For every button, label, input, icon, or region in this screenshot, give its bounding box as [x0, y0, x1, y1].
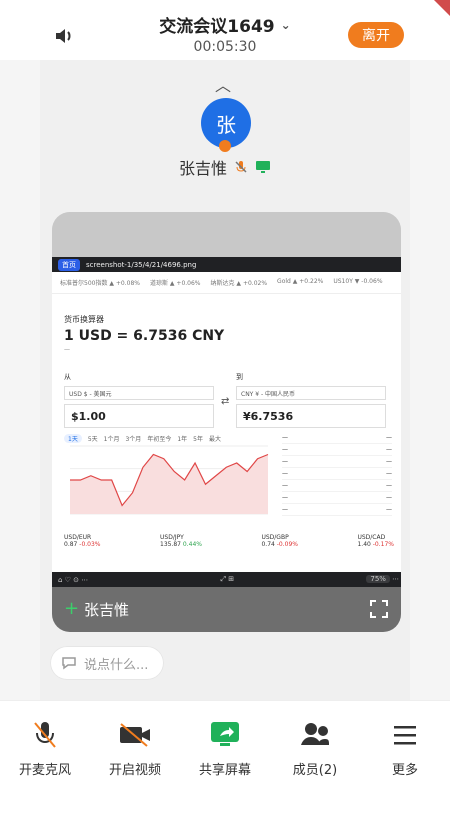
rate-text: 1 USD = 6.7536 CNY	[64, 328, 225, 344]
metric-item: USD/EUR 0.87 -0.03%	[64, 534, 101, 548]
to-box: 到 CNY ¥ - 中国人民币 ¥6.7536	[236, 372, 386, 428]
ticker-row: 标准普尔500指数 ▲ +0.08% 道琼斯 ▲ +0.06% 纳斯达克 ▲ +…	[52, 272, 401, 294]
ticker-item: 道琼斯 ▲ +0.06%	[149, 280, 201, 287]
toolbar-video[interactable]: 开启视频	[95, 715, 175, 778]
leave-button[interactable]: 离开	[348, 22, 404, 48]
meeting-title-text: 交流会议1649	[159, 17, 275, 37]
metric-name: USD/JPY	[160, 534, 184, 541]
toolbar-more-label: 更多	[391, 763, 418, 778]
avatar-text: 张	[216, 112, 236, 137]
stats-table: — — — — — — — — — — — — — —	[282, 432, 392, 550]
ticker-item: US10Y ▼ -0.06%	[333, 278, 383, 285]
corner-indicator	[434, 0, 450, 16]
metric-item: USD/JPY 135.87 0.44%	[160, 534, 202, 548]
stats-row: — —	[282, 504, 392, 516]
presenter-row: 张吉惟	[40, 155, 410, 179]
zoom-level[interactable]: 75%	[366, 575, 390, 583]
stats-row: — —	[282, 444, 392, 456]
toolbar-mic[interactable]: 开麦克风	[5, 715, 85, 778]
microphone-muted-icon	[34, 722, 56, 748]
rate-subtext: —	[64, 346, 70, 353]
chat-bubble-icon	[62, 657, 76, 670]
video-camera-off-icon	[120, 723, 150, 747]
to-currency-select[interactable]: CNY ¥ - 中国人民币	[236, 386, 386, 400]
toolbar-video-label: 开启视频	[108, 763, 161, 778]
meeting-title[interactable]: 交流会议1649 ⌄	[159, 12, 290, 37]
chart-area-fill	[70, 454, 268, 514]
metric-value: 135.87	[160, 541, 181, 548]
metric-name: USD/GBP	[261, 534, 289, 541]
bottom-left-tools: ⌂ ♡ ⊙ ⋯	[58, 575, 89, 584]
metric-name: USD/EUR	[64, 534, 92, 541]
metrics-row: USD/EUR 0.87 -0.03% USD/JPY 135.87 0.44%	[64, 534, 394, 548]
plus-icon[interactable]: +	[64, 598, 79, 619]
shared-screen: 首页 screenshot-1/35/4/21/4696.png 标准普尔500…	[52, 257, 401, 587]
metric-item: USD/GBP 0.74 -0.09%	[261, 534, 298, 548]
shared-app-bottombar: ⌂ ♡ ⊙ ⋯ ⤢ ⊞ 75% ⋯ ⤢	[52, 572, 401, 587]
swap-icon[interactable]: ⇄	[221, 396, 229, 407]
toolbar-members-label: 成员(2)	[292, 763, 338, 778]
screen-share-icon	[256, 161, 270, 173]
collapse-icon[interactable]: ︿	[215, 72, 231, 96]
bottom-right-tools: 75% ⋯ ⤢	[366, 575, 401, 584]
metric-item: USD/CAD 1.40 -0.17%	[357, 534, 394, 548]
bottom-toolbar: 开麦克风 开启视频 共享屏幕 成员(2) 更多	[0, 700, 450, 815]
share-card: 首页 screenshot-1/35/4/21/4696.png 标准普尔500…	[52, 212, 401, 632]
comment-input[interactable]: 说点什么...	[50, 646, 164, 680]
stats-row: — —	[282, 468, 392, 480]
microphone-muted-icon	[235, 161, 247, 173]
from-amount[interactable]: $1.00	[64, 404, 214, 428]
share-screen-icon	[211, 722, 239, 746]
metric-value: 0.74	[261, 541, 275, 548]
rate-chart	[70, 445, 269, 515]
stats-row: — —	[282, 432, 392, 444]
members-icon	[301, 723, 329, 745]
toolbar-mic-label: 开麦克风	[18, 763, 71, 778]
stats-row: — —	[282, 492, 392, 504]
from-label: 从	[64, 373, 71, 381]
toolbar-share[interactable]: 共享屏幕	[185, 715, 265, 778]
bottom-middle-tools: ⤢ ⊞	[220, 575, 235, 583]
to-amount[interactable]: ¥6.7536	[236, 404, 386, 428]
comment-placeholder: 说点什么...	[84, 657, 149, 673]
status-badge	[219, 140, 231, 152]
toolbar-members[interactable]: 成员(2)	[275, 715, 355, 778]
stats-row: — —	[282, 456, 392, 468]
from-box: 从 USD $ - 美国元 $1.00	[64, 372, 214, 428]
from-currency-select[interactable]: USD $ - 美国元	[64, 386, 214, 400]
shared-app-filename: screenshot-1/35/4/21/4696.png	[86, 260, 197, 269]
metric-change: -0.03%	[79, 541, 101, 548]
share-card-top	[52, 212, 401, 257]
toolbar-share-label: 共享屏幕	[198, 763, 251, 778]
presenter-name: 张吉惟	[178, 159, 227, 178]
ticker-item: 标准普尔500指数 ▲ +0.08%	[60, 280, 140, 287]
fullscreen-icon[interactable]	[369, 599, 389, 619]
metric-name: USD/CAD	[357, 534, 386, 541]
metric-change: -0.09%	[276, 541, 298, 548]
chevron-down-icon[interactable]: ⌄	[281, 18, 291, 32]
shared-app-tab: 首页	[58, 258, 80, 271]
shared-app-content: 标准普尔500指数 ▲ +0.08% 道琼斯 ▲ +0.06% 纳斯达克 ▲ +…	[52, 272, 401, 572]
top-bar: 交流会议1649 ⌄ 00:05:30 离开	[0, 0, 450, 60]
ticker-item: 纳斯达克 ▲ +0.02%	[210, 280, 268, 287]
share-card-footer: + 张吉惟	[52, 587, 401, 632]
shared-app: 首页 screenshot-1/35/4/21/4696.png 标准普尔500…	[52, 257, 401, 587]
metric-value: 1.40	[357, 541, 371, 548]
metric-change: -0.17%	[372, 541, 394, 548]
metric-value: 0.87	[64, 541, 78, 548]
converter-title: 货币换算器	[64, 315, 104, 324]
sharer-name: 张吉惟	[84, 601, 130, 619]
toolbar-more[interactable]: 更多	[365, 715, 445, 778]
ticker-item: Gold ▲ +0.22%	[277, 278, 324, 285]
main-panel: ︿ 张 张吉惟 首页 screenshot-1/35/4/21/4696.png	[40, 60, 410, 700]
stats-row: — —	[282, 480, 392, 492]
shared-app-topbar: 首页 screenshot-1/35/4/21/4696.png	[52, 257, 401, 272]
more-menu-icon	[394, 726, 416, 745]
metric-change: 0.44%	[182, 541, 202, 548]
to-label: 到	[236, 373, 243, 381]
